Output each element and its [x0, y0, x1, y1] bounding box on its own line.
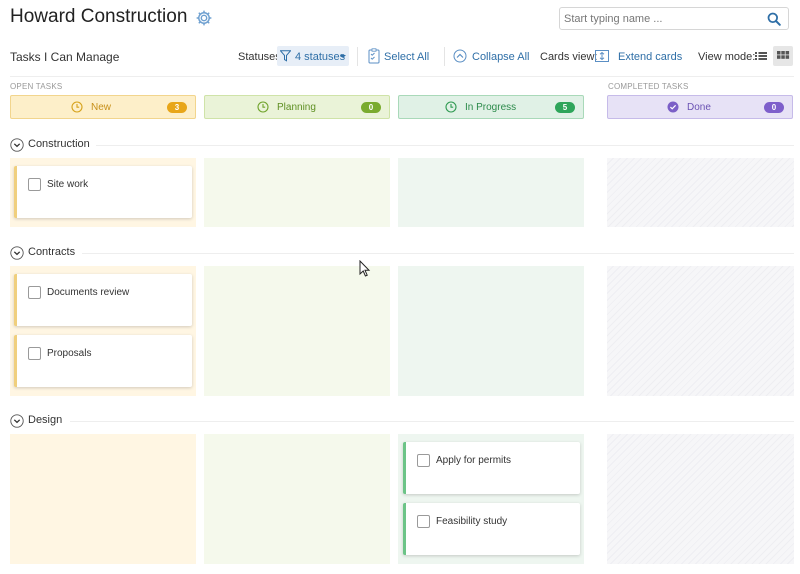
- gear-icon[interactable]: [195, 9, 213, 27]
- statuses-value: 4 statuses: [295, 51, 346, 63]
- grid-view-button[interactable]: [773, 46, 793, 66]
- column-cell-planning: [204, 434, 390, 564]
- task-card[interactable]: Feasibility study: [403, 503, 580, 555]
- task-checkbox[interactable]: [417, 515, 430, 528]
- completed-tasks-label: COMPLETED TASKS: [608, 82, 689, 91]
- clock-icon: [71, 101, 83, 113]
- search-icon[interactable]: [767, 12, 781, 26]
- grid-icon: [777, 51, 790, 59]
- page-header: Howard Construction: [0, 0, 800, 40]
- status-label: In Progress: [465, 102, 517, 113]
- count-badge: 5: [555, 102, 575, 113]
- column-cell-in-progress: Apply for permits Feasibility study: [398, 434, 584, 564]
- group-name: Contracts: [28, 246, 76, 258]
- count-badge: 3: [167, 102, 187, 113]
- column-cell-in-progress: [398, 158, 584, 227]
- column-cell-done: [607, 158, 794, 227]
- cards-view-label: Cards view:: [540, 51, 598, 63]
- column-cell-done: [607, 434, 794, 564]
- search-box: [559, 7, 789, 30]
- toolbar: Tasks I Can Manage Statuses: 4 statuses …: [0, 44, 800, 70]
- task-title: Feasibility study: [436, 516, 508, 527]
- search-input[interactable]: [564, 10, 760, 27]
- task-card[interactable]: Site work: [14, 166, 192, 218]
- task-title: Proposals: [47, 348, 92, 359]
- group-divider: [70, 421, 794, 422]
- view-mode-label: View mode:: [698, 51, 756, 63]
- column-cell-planning: [204, 158, 390, 227]
- task-card[interactable]: Apply for permits: [403, 442, 580, 494]
- checklist-icon: [368, 48, 380, 64]
- status-column-in-progress[interactable]: In Progress 5: [398, 95, 584, 119]
- status-label: Done: [687, 102, 711, 113]
- column-cell-new: Documents review Proposals: [10, 266, 196, 396]
- status-column-new[interactable]: New 3: [10, 95, 196, 119]
- select-all-button[interactable]: Select All: [384, 51, 429, 63]
- divider: [444, 47, 445, 66]
- extend-cards-icon: [595, 50, 609, 62]
- column-cell-new: [10, 434, 196, 564]
- statuses-dropdown[interactable]: 4 statuses: [277, 46, 349, 66]
- task-title: Site work: [47, 179, 89, 190]
- task-card[interactable]: Documents review: [14, 274, 192, 326]
- collapse-icon: [453, 49, 467, 63]
- extend-cards-button[interactable]: Extend cards: [618, 51, 682, 63]
- group-name: Construction: [28, 138, 90, 150]
- group-divider: [82, 253, 794, 254]
- column-cell-new: Site work: [10, 158, 196, 227]
- column-cell-done: [607, 266, 794, 396]
- group-divider: [96, 145, 794, 146]
- mouse-cursor-icon: [359, 260, 371, 277]
- chevron-down-icon[interactable]: [10, 246, 24, 260]
- list-view-button[interactable]: [751, 46, 771, 66]
- project-title: Howard Construction: [10, 6, 188, 27]
- column-cell-in-progress: [398, 266, 584, 396]
- task-checkbox[interactable]: [417, 454, 430, 467]
- toolbar-divider: [10, 76, 794, 77]
- group-header-contracts[interactable]: Contracts: [10, 245, 794, 261]
- collapse-all-button[interactable]: Collapse All: [472, 51, 529, 63]
- list-icon: [755, 52, 767, 60]
- view-title: Tasks I Can Manage: [10, 50, 120, 64]
- task-title: Apply for permits: [436, 455, 512, 466]
- status-column-planning[interactable]: Planning 0: [204, 95, 390, 119]
- group-header-construction[interactable]: Construction: [10, 137, 794, 153]
- chevron-down-icon[interactable]: [10, 138, 24, 152]
- chevron-down-icon[interactable]: [10, 414, 24, 428]
- divider: [357, 47, 358, 66]
- clock-icon: [257, 101, 269, 113]
- group-header-design[interactable]: Design: [10, 413, 794, 429]
- status-label: Planning: [277, 102, 316, 113]
- task-card[interactable]: Proposals: [14, 335, 192, 387]
- task-checkbox[interactable]: [28, 178, 41, 191]
- check-circle-icon: [667, 101, 679, 113]
- count-badge: 0: [361, 102, 381, 113]
- group-name: Design: [28, 414, 63, 426]
- task-title: Documents review: [47, 287, 130, 298]
- chevron-down-icon: [340, 55, 346, 58]
- task-checkbox[interactable]: [28, 286, 41, 299]
- status-label: New: [91, 102, 112, 113]
- status-column-done[interactable]: Done 0: [607, 95, 793, 119]
- clock-icon: [445, 101, 457, 113]
- count-badge: 0: [764, 102, 784, 113]
- open-tasks-label: OPEN TASKS: [10, 82, 63, 91]
- task-checkbox[interactable]: [28, 347, 41, 360]
- column-cell-planning: [204, 266, 390, 396]
- filter-icon: [280, 50, 291, 62]
